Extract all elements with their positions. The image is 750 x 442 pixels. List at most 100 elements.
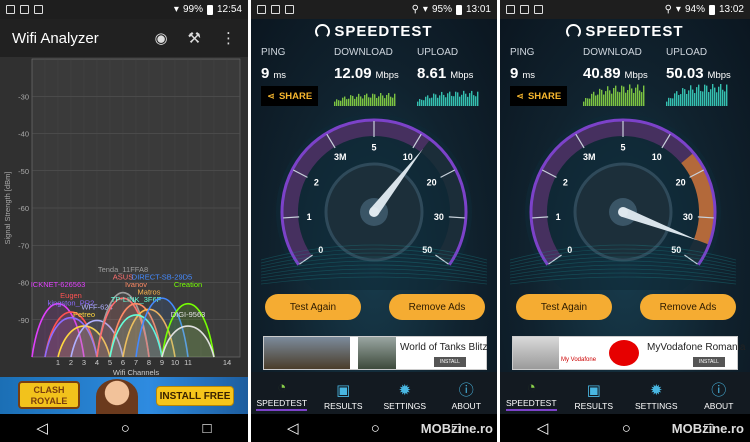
test-again-button[interactable]: Test Again [265,294,361,320]
sparkline-bar [724,91,726,106]
tab-settings[interactable]: ✹ SETTINGS [374,372,436,414]
x-tick-label: 14 [223,358,231,367]
network-label: Creation [174,280,202,289]
sparkline-bar [583,101,585,106]
sparkline-bar [471,90,473,106]
sparkline-bar [627,90,629,106]
sparkline-bar [684,89,686,106]
gauge-tick-label: 30 [683,212,693,222]
wifi-icon: ▾ [173,4,179,15]
tank-icon [358,337,396,369]
sparkline-bar [344,96,346,106]
sparkline-bar [338,100,340,106]
sparkline-bar [358,93,360,106]
info-icon: ⓘ [458,382,474,399]
x-tick-label: 10 [171,358,179,367]
sparkline-bar [346,99,348,106]
sparkline-bar [641,92,643,106]
sparkline-bar [390,96,392,106]
sparkline-bar [380,93,382,106]
sparkline-bar [342,97,344,106]
remove-ads-button[interactable]: Remove Ads [640,294,736,320]
android-icon [34,5,43,14]
speedtest-screen-1: ⚲ ▾ 95% 13:01 SPEEDTEST PING DOWNLOAD UP… [251,0,497,442]
speed-gauge: 0 1 2 3M 5 10 20 30 50 [510,114,736,290]
y-tick-label: -60 [18,204,29,213]
sparkline-bar [714,87,716,106]
back-icon[interactable]: ◁ [537,421,549,436]
location-icon: ⚲ [664,4,672,15]
sparkline-bar [374,94,376,106]
install-free-button[interactable]: INSTALL FREE [156,386,234,406]
clash-royale-ad[interactable]: CLASH ROYALE INSTALL FREE [0,377,248,414]
x-tick-label: 4 [95,358,99,367]
sparkline-bar [722,89,724,106]
y-tick-label: -40 [18,130,29,139]
nav-bar: ◁ ○ □ [0,414,248,442]
speedtest-logo: SPEEDTEST [500,23,750,40]
sparkline-bar [362,98,364,106]
sparkline-bar [597,94,599,106]
sparkline-bar [425,96,427,106]
sparkline-bar [712,84,714,106]
sparkline-bar [617,91,619,106]
sparkline-bar [686,93,688,106]
wrench-icon[interactable]: ⚒ [188,29,201,47]
x-tick-label: 11 [184,358,192,367]
share-button[interactable]: ⋖ SHARE [510,86,568,106]
tab-speedtest[interactable]: ◔ SPEEDTEST [500,372,563,414]
sparkline-bar [682,88,684,106]
battery-icon [206,4,213,15]
world-of-tanks-ad[interactable]: World of Tanks Blitz INSTALL [263,336,487,370]
sparkline-bar [674,93,676,106]
sparkline-bar [453,96,455,106]
ping-value: 9 ms [261,65,287,82]
gauge-tick-label: 2 [314,177,319,187]
home-icon[interactable]: ○ [371,421,380,436]
image-icon [20,5,29,14]
battery-percent: 99% [182,4,203,15]
x-axis-label: Wifi Channels [113,368,160,377]
sparkline-bar [666,101,668,106]
vodafone-ad[interactable]: My Vodafone MyVodafone Romania INSTALL [512,336,745,370]
gauge-tick-label: 0 [318,245,323,255]
network-label: ICKNET-626563 [31,280,86,289]
sparkline-bar [593,91,595,106]
tab-results[interactable]: ▣ RESULTS [563,372,626,414]
sparkline-bar [591,93,593,106]
remove-ads-button[interactable]: Remove Ads [389,294,485,320]
sparkline-bar [376,97,378,106]
more-vertical-icon[interactable]: ⋮ [221,29,236,47]
tab-speedtest[interactable]: ◔ SPEEDTEST [251,372,313,414]
x-tick-label: 6 [121,358,125,367]
home-icon[interactable]: ○ [622,421,631,436]
back-icon[interactable]: ◁ [287,421,299,436]
sparkline-bar [668,97,670,106]
sparkline-bar [688,90,690,106]
sparkline-bar [469,93,471,106]
home-icon[interactable]: ○ [121,421,130,436]
ad-install-button[interactable]: INSTALL [693,357,725,367]
eye-icon[interactable]: ◉ [154,29,167,47]
sparkline-bar [455,91,457,106]
speedtest-logo: SPEEDTEST [251,23,497,40]
gauge-tick-label: 50 [671,245,681,255]
back-icon[interactable]: ◁ [36,421,48,436]
status-bar: ▾ 99% 12:54 [0,0,248,19]
tab-about[interactable]: ⓘ ABOUT [688,372,750,414]
recents-icon[interactable]: □ [203,421,212,436]
test-again-button[interactable]: Test Again [516,294,612,320]
ad-install-button[interactable]: INSTALL [434,357,466,367]
tab-results[interactable]: ▣ RESULTS [313,372,375,414]
y-tick-label: -90 [18,316,29,325]
tab-about[interactable]: ⓘ ABOUT [436,372,498,414]
upload-value: 8.61 Mbps [417,65,474,82]
share-button[interactable]: ⋖ SHARE [261,86,319,106]
wifi-icon: ▾ [675,4,681,15]
sparkline-bar [587,98,589,106]
sparkline-bar [336,99,338,106]
info-icon: ⓘ [711,382,727,399]
sparkline-bar [334,101,336,106]
tab-settings[interactable]: ✹ SETTINGS [625,372,688,414]
gear-icon: ✹ [398,382,412,399]
